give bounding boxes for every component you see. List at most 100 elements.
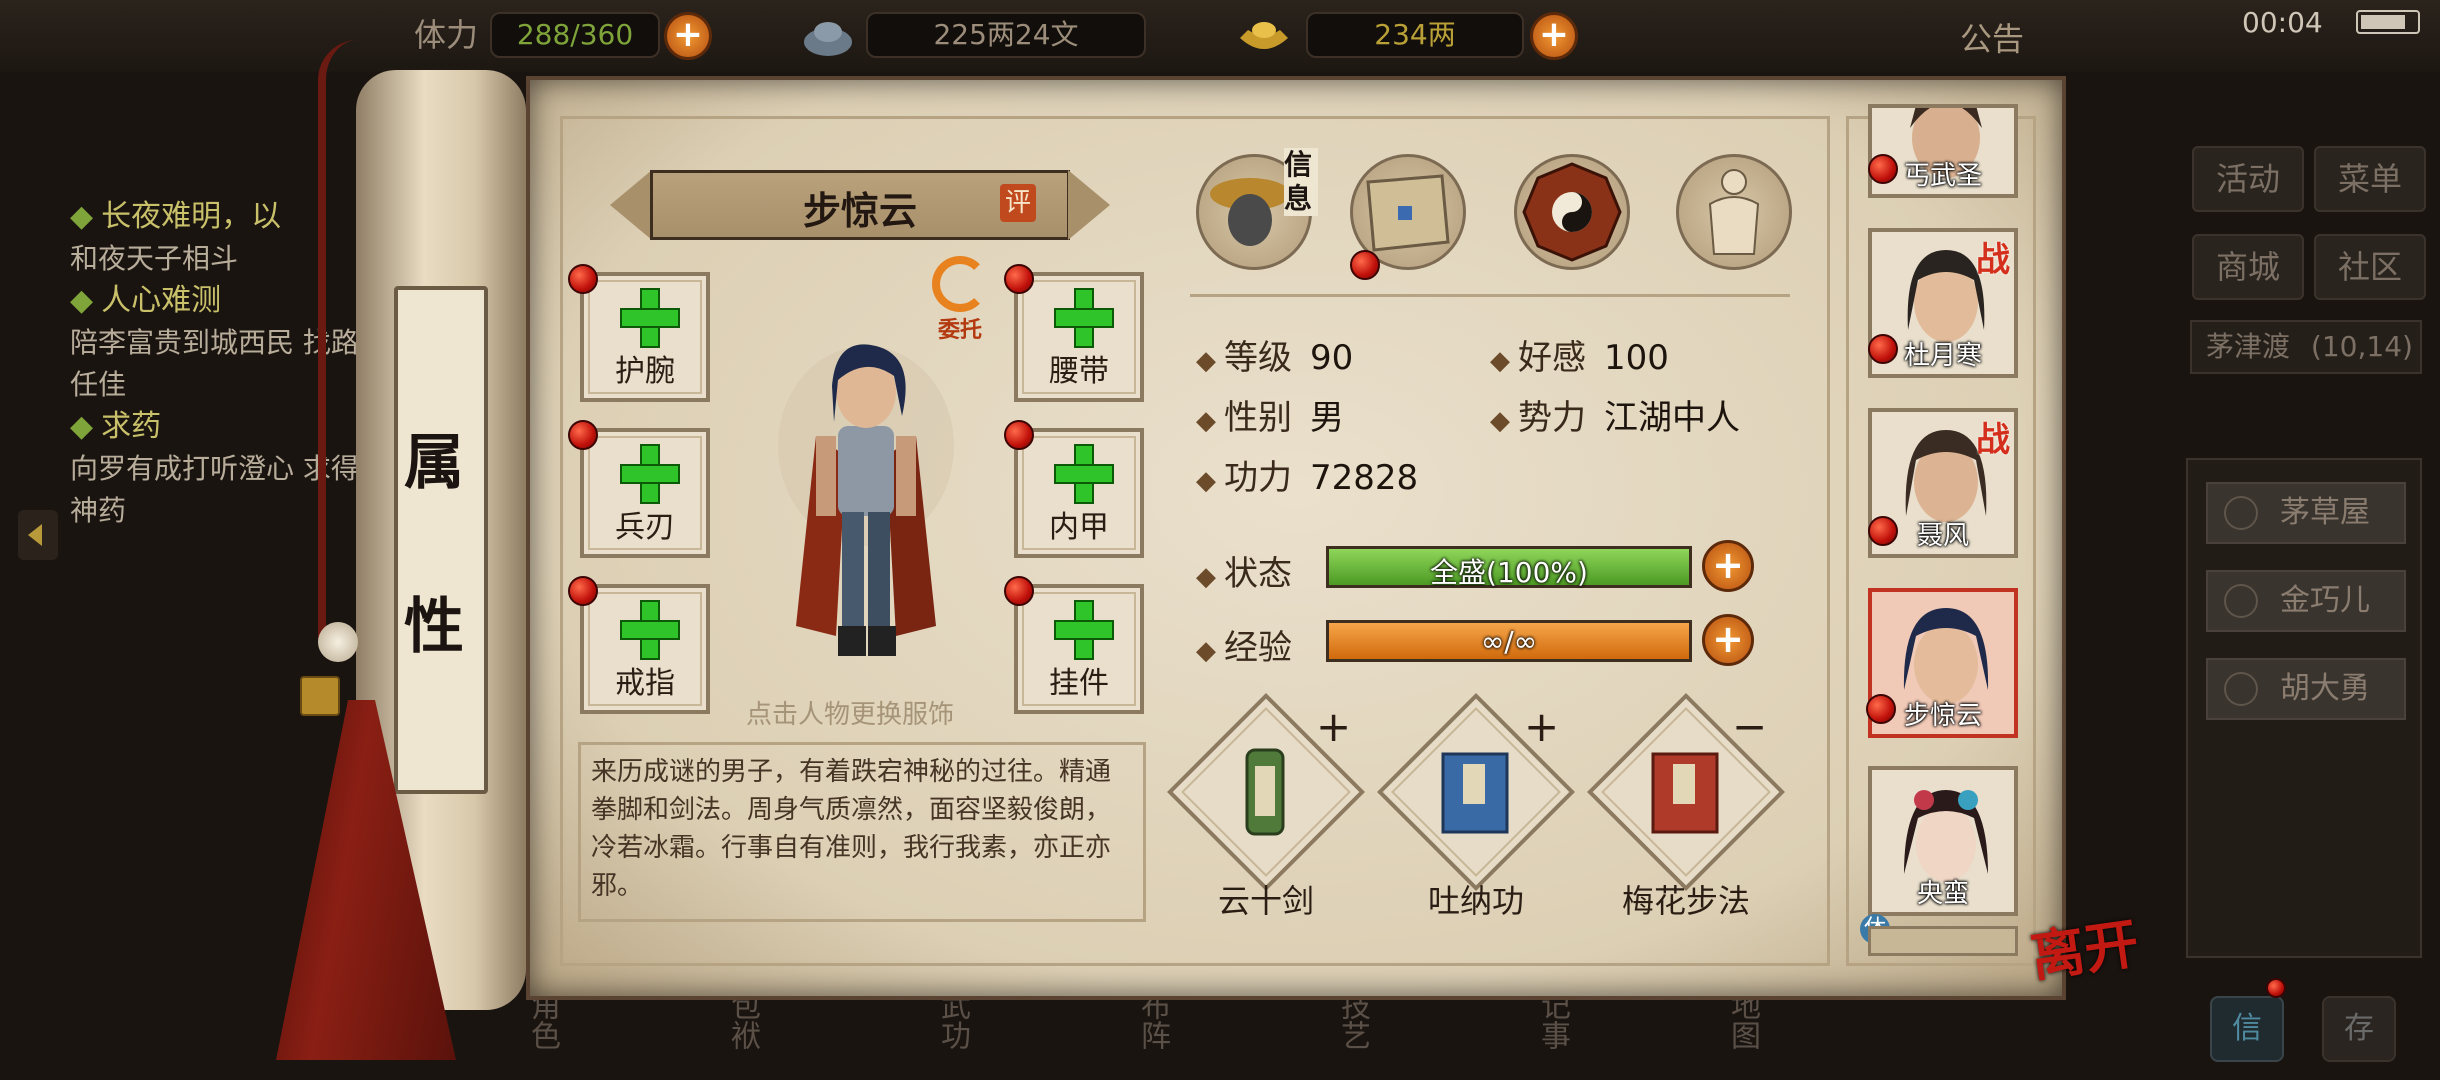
blue-book-icon [1441,752,1509,834]
community-button[interactable]: 社区 [2314,234,2426,300]
red-dot-badge [568,420,598,450]
jade-bead [318,622,358,662]
stat-level: ◆ 等级 90 [1196,338,1354,378]
activity-button[interactable]: 活动 [2192,146,2304,212]
house-icon [2224,496,2258,530]
red-dot-badge [1004,420,1034,450]
character-portrait [1903,608,1989,704]
stat-label: 功力 [1224,458,1292,498]
quest-title: 长夜难明，以 [101,199,282,234]
roster-card[interactable]: 央蛮 [1868,766,2018,916]
stat-favor: ◆ 好感 100 [1490,338,1669,378]
top-resource-bar: 体力 288/360 + 225两24文 234两 + 公告 00:04 [0,0,2440,72]
stat-status: ◆ 状态 [1196,554,1292,594]
quest-item[interactable]: ◆ 人心难测 陪李富贵到城西民 找路任佳 [70,280,360,406]
npc-item[interactable]: 茅草屋 [2206,482,2406,544]
red-dot-badge [1868,516,1898,546]
stat-label: 势力 [1518,398,1586,438]
tabs-divider [1190,294,1790,297]
npc-name: 金巧儿 [2280,583,2370,618]
character-portrait [1904,790,1988,882]
collapse-quest-arrow-icon[interactable] [18,510,58,560]
npc-item[interactable]: 胡大勇 [2206,658,2406,720]
menu-button[interactable]: 菜单 [2314,146,2426,212]
add-icon [620,600,680,660]
add-icon [620,444,680,504]
stat-label: 好感 [1518,338,1586,378]
add-exp-button[interactable]: + [1702,614,1754,666]
stat-value: 男 [1310,398,1344,438]
location-name: 茅津渡 [2206,330,2291,363]
exp-bar: ∞/∞ [1326,620,1692,662]
gold-value: 234两 [1306,12,1524,58]
sword-scroll-icon [1245,748,1285,836]
add-gold-button[interactable]: + [1530,12,1578,60]
stat-value: 72828 [1310,458,1419,498]
equip-slot-label: 护腕 [615,354,675,389]
equip-slot-armor[interactable]: 内甲 [1014,428,1144,558]
quest-body: 向罗有成打听澄心 求得神药 [70,452,359,527]
mail-notification-dot [2266,978,2286,998]
entrust-icon [932,256,988,312]
red-dot-badge [1004,264,1034,294]
stamina-value: 288/360 [490,12,660,58]
rate-button[interactable]: 评 [1000,184,1036,222]
bagua-icon [1522,162,1622,262]
equip-slot-label: 兵刃 [615,510,675,545]
npc-list: 茅草屋 金巧儿 胡大勇 [2186,458,2422,958]
npc-name: 茅草屋 [2280,495,2370,530]
skill-remove-button[interactable]: − [1732,702,1767,751]
skill-add-button[interactable]: + [1524,702,1559,751]
stat-label: 状态 [1224,554,1292,594]
red-dot-badge [568,576,598,606]
red-dot-badge [1868,334,1898,364]
skill-name: 吐纳功 [1427,882,1524,920]
notice-button[interactable]: 公告 [1960,14,2024,60]
quest-body: 陪李富贵到城西民 找路任佳 [70,326,359,401]
add-stamina-button[interactable]: + [664,12,712,60]
status-bar-text: 全盛(100%) [1430,556,1588,589]
save-button[interactable]: 存 [2322,996,2396,1062]
scroll-title-char: 属 [404,428,464,498]
skill-name: 云十剑 [1217,882,1314,920]
money-value: 225两24文 [866,12,1146,58]
scroll-title-char: 性 [404,592,464,662]
roster-scroll-track [1868,926,2018,956]
npc-item[interactable]: 金巧儿 [2206,570,2406,632]
stat-label: 经验 [1224,628,1292,668]
leave-button[interactable]: 离开 [2025,899,2143,992]
stat-label: 等级 [1224,338,1292,378]
person-icon [2224,584,2258,618]
quest-item[interactable]: ◆ 求药 向罗有成打听澄心 求得神药 [70,406,360,532]
body-meridian-icon [1708,169,1760,255]
equip-slot-ring[interactable]: 戒指 [580,584,710,714]
equip-slot-weapon[interactable]: 兵刃 [580,428,710,558]
red-dot-badge [1004,576,1034,606]
location-bar: 茅津渡 (10,14) [2190,320,2422,374]
quest-title: 人心难测 [101,283,222,318]
equip-slot-belt[interactable]: 腰带 [1014,272,1144,402]
hero-figure[interactable] [776,326,956,686]
quest-title: 求药 [101,409,162,444]
stat-label: 性别 [1224,398,1292,438]
stat-value: 100 [1604,338,1669,378]
roster-card[interactable]: 丐武圣 [1868,104,2018,198]
coin-pouch-icon [804,22,852,56]
skill-name: 梅花步法 [1621,882,1750,920]
equip-slot-pendant[interactable]: 挂件 [1014,584,1144,714]
restore-status-button[interactable]: + [1702,540,1754,592]
skill-add-button[interactable]: + [1316,702,1351,751]
npc-name: 胡大勇 [2280,671,2370,706]
equip-slot-wrist[interactable]: 护腕 [580,272,710,402]
quest-item[interactable]: ◆ 长夜难明，以 和夜天子相斗 [70,196,360,280]
map-scroll-icon [1366,174,1450,252]
mail-button[interactable]: 信 [2210,996,2284,1062]
equip-slot-label: 戒指 [615,666,675,701]
red-dot-badge [1866,694,1896,724]
quest-body: 和夜天子相斗 [70,242,239,275]
scroll-title-plate [394,286,488,794]
red-dot-badge [568,264,598,294]
mall-button[interactable]: 商城 [2192,234,2304,300]
battle-badge: 战 [1976,240,2010,280]
red-dot-badge [1868,154,1898,184]
